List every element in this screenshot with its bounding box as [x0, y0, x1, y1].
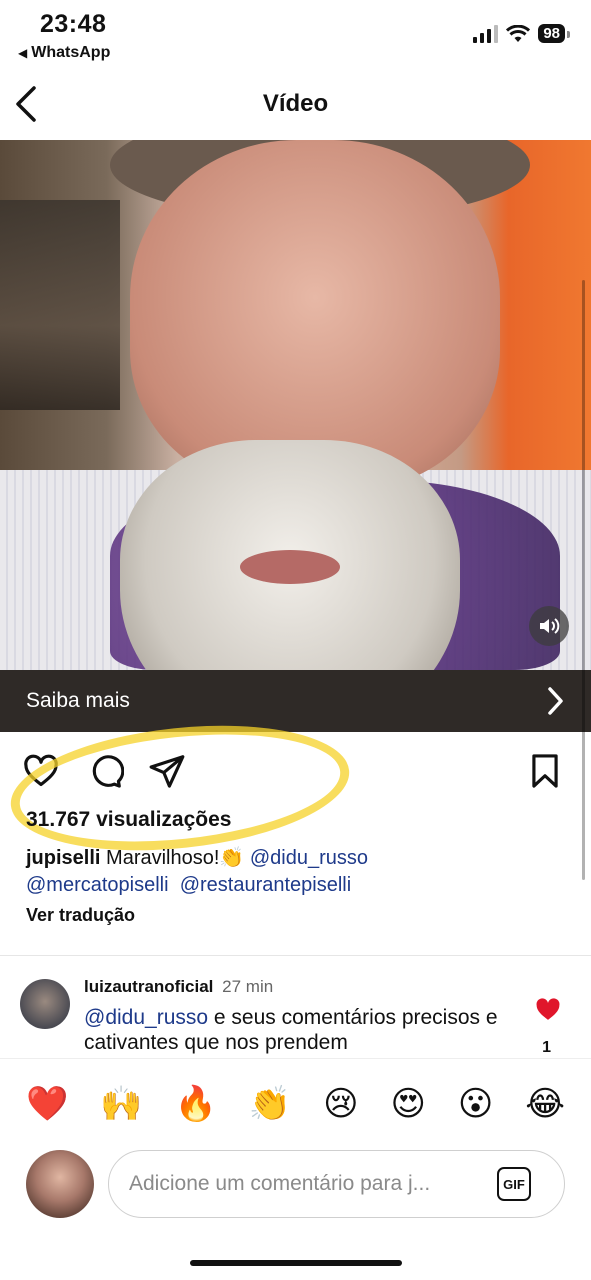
page-title: Vídeo	[262, 90, 329, 117]
comment-text: @didu_russo e seus comentários precisos …	[84, 1005, 504, 1055]
wifi-icon	[506, 24, 531, 42]
comment-composer: GIF	[0, 1150, 591, 1220]
back-triangle-icon: ◀	[18, 46, 28, 60]
chevron-right-icon	[548, 687, 563, 715]
comment-time: 27 min	[222, 977, 274, 996]
sound-toggle-button[interactable]	[529, 606, 569, 646]
caption-text: Maravilhoso!👏	[106, 847, 245, 869]
learn-more-label: Saiba mais	[26, 689, 130, 712]
share-button[interactable]	[148, 752, 186, 790]
caption-mention[interactable]: @mercatopiselli	[26, 874, 169, 896]
status-indicators: 98	[473, 24, 570, 43]
status-bar: 23:48 ◀ WhatsApp 98	[0, 0, 591, 70]
like-button[interactable]	[22, 752, 60, 790]
comment-username[interactable]: luizautranoficial	[84, 977, 213, 996]
save-button[interactable]	[526, 752, 564, 790]
bookmark-icon	[532, 754, 558, 788]
reaction-heart-eyes[interactable]: 😍	[390, 1084, 425, 1124]
comment-like-count: 1	[542, 1039, 551, 1056]
reaction-fire[interactable]: 🔥	[175, 1084, 217, 1124]
paper-plane-icon	[149, 755, 185, 788]
scrollbar[interactable]	[582, 280, 585, 880]
comment-button[interactable]	[86, 752, 125, 790]
back-app-label: WhatsApp	[31, 44, 111, 61]
status-time: 23:48	[40, 10, 107, 38]
caption-mention[interactable]: @didu_russo	[250, 847, 368, 869]
reaction-laughing[interactable]: 😂	[525, 1084, 565, 1124]
comment-like-button[interactable]	[535, 997, 561, 1026]
divider	[0, 955, 591, 956]
comment-bubble-icon	[92, 755, 125, 788]
heart-icon	[24, 754, 58, 787]
reaction-crying[interactable]: 😢	[323, 1084, 358, 1124]
speaker-icon	[540, 618, 560, 634]
reaction-raised-hands[interactable]: 🙌	[100, 1084, 142, 1124]
battery-indicator: 98	[538, 24, 570, 43]
see-translation-link[interactable]: Ver tradução	[26, 905, 135, 926]
filled-heart-icon	[536, 998, 560, 1020]
video-player[interactable]	[0, 140, 591, 670]
back-to-app-link[interactable]: ◀ WhatsApp	[18, 44, 110, 62]
reaction-heart[interactable]: ❤️	[26, 1084, 68, 1124]
comment-avatar[interactable]	[20, 979, 70, 1029]
cellular-signal-icon	[473, 24, 499, 43]
caption-username[interactable]: jupiselli	[26, 847, 100, 869]
view-count: 31.767 visualizações	[26, 808, 232, 831]
reaction-clap[interactable]: 👏	[249, 1084, 291, 1124]
quick-reactions: ❤️ 🙌 🔥 👏 😢 😍 😮 😂	[0, 1058, 591, 1148]
top-nav: Vídeo	[0, 70, 591, 140]
user-avatar	[26, 1150, 94, 1218]
reaction-surprised[interactable]: 😮	[458, 1084, 493, 1124]
post-actions	[0, 748, 591, 796]
post-caption: jupiselli Maravilhoso!👏 @didu_russo @mer…	[26, 845, 566, 899]
gif-button[interactable]: GIF	[497, 1167, 531, 1201]
caption-mention[interactable]: @restaurantepiselli	[180, 874, 352, 896]
comment-header: luizautranoficial 27 min	[84, 977, 273, 997]
comment-mention[interactable]: @didu_russo	[84, 1006, 208, 1029]
learn-more-bar[interactable]: Saiba mais	[0, 670, 591, 732]
home-indicator[interactable]	[190, 1260, 402, 1266]
comment-item: luizautranoficial 27 min @didu_russo e s…	[0, 975, 591, 1060]
